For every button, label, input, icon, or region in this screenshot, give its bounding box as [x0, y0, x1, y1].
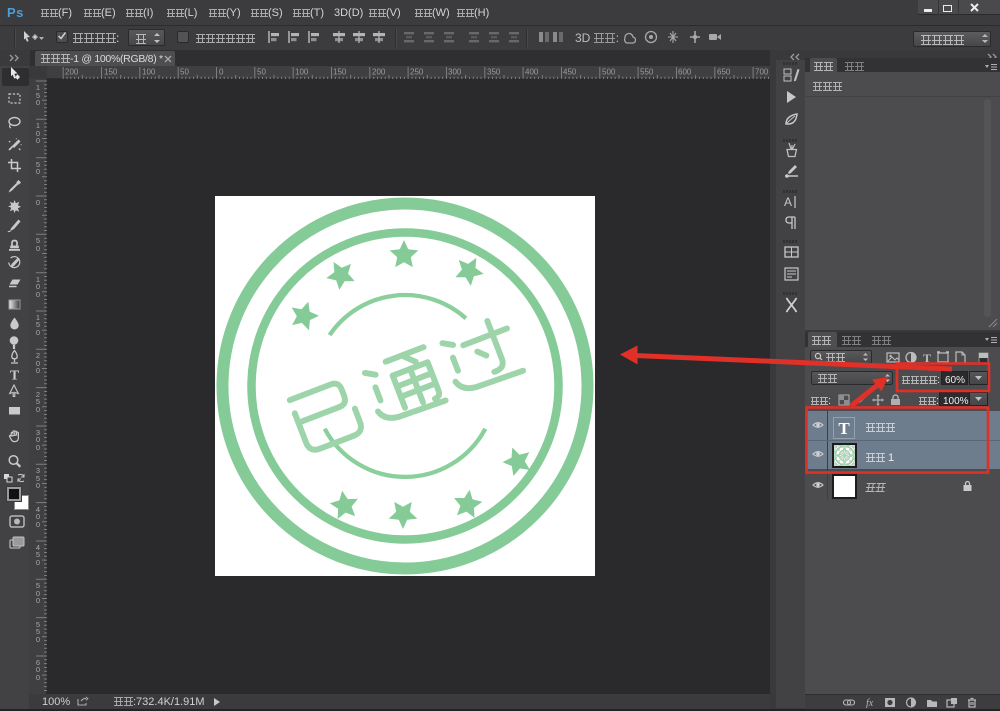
svg-text:0: 0	[36, 244, 40, 253]
svg-text:450: 450	[563, 68, 577, 77]
svg-text:0: 0	[36, 198, 40, 207]
svg-text:0: 0	[36, 98, 40, 107]
svg-text:50: 50	[180, 68, 189, 77]
svg-text:300: 300	[448, 68, 462, 77]
svg-text:0: 0	[36, 405, 40, 414]
svg-text:600: 600	[678, 68, 692, 77]
svg-text:400: 400	[525, 68, 539, 77]
svg-text:650: 650	[717, 68, 731, 77]
svg-text:550: 550	[640, 68, 654, 77]
svg-text:350: 350	[487, 68, 501, 77]
svg-text:0: 0	[36, 481, 40, 490]
svg-text:50: 50	[257, 68, 266, 77]
svg-text:A: A	[784, 195, 792, 209]
svg-text:200: 200	[65, 68, 79, 77]
svg-text:0: 0	[36, 290, 40, 299]
svg-text:150: 150	[104, 68, 118, 77]
svg-text:fx: fx	[866, 698, 874, 708]
svg-text:100: 100	[142, 68, 156, 77]
svg-text:250: 250	[410, 68, 424, 77]
svg-text:0: 0	[36, 136, 40, 145]
svg-text:0: 0	[36, 635, 40, 644]
svg-text:0: 0	[36, 558, 40, 567]
svg-text:0: 0	[219, 68, 224, 77]
svg-text:0: 0	[36, 520, 40, 529]
svg-text:0: 0	[36, 443, 40, 452]
svg-text:200: 200	[372, 68, 386, 77]
svg-text:0: 0	[36, 673, 40, 682]
svg-text:0: 0	[36, 366, 40, 375]
svg-text:0: 0	[36, 596, 40, 605]
svg-text:T: T	[923, 351, 931, 364]
svg-text:0: 0	[36, 167, 40, 176]
svg-text:100: 100	[295, 68, 309, 77]
svg-text:500: 500	[602, 68, 616, 77]
svg-text:T: T	[10, 369, 20, 384]
svg-text:700: 700	[755, 68, 769, 77]
svg-text:0: 0	[36, 328, 40, 337]
svg-text:150: 150	[333, 68, 347, 77]
